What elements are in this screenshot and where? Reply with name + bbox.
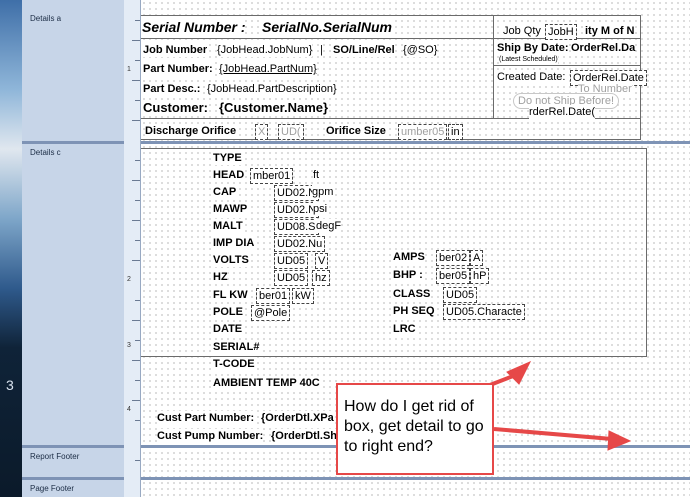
question-callout: How do I get rid of box, get detail to g… xyxy=(336,383,494,475)
